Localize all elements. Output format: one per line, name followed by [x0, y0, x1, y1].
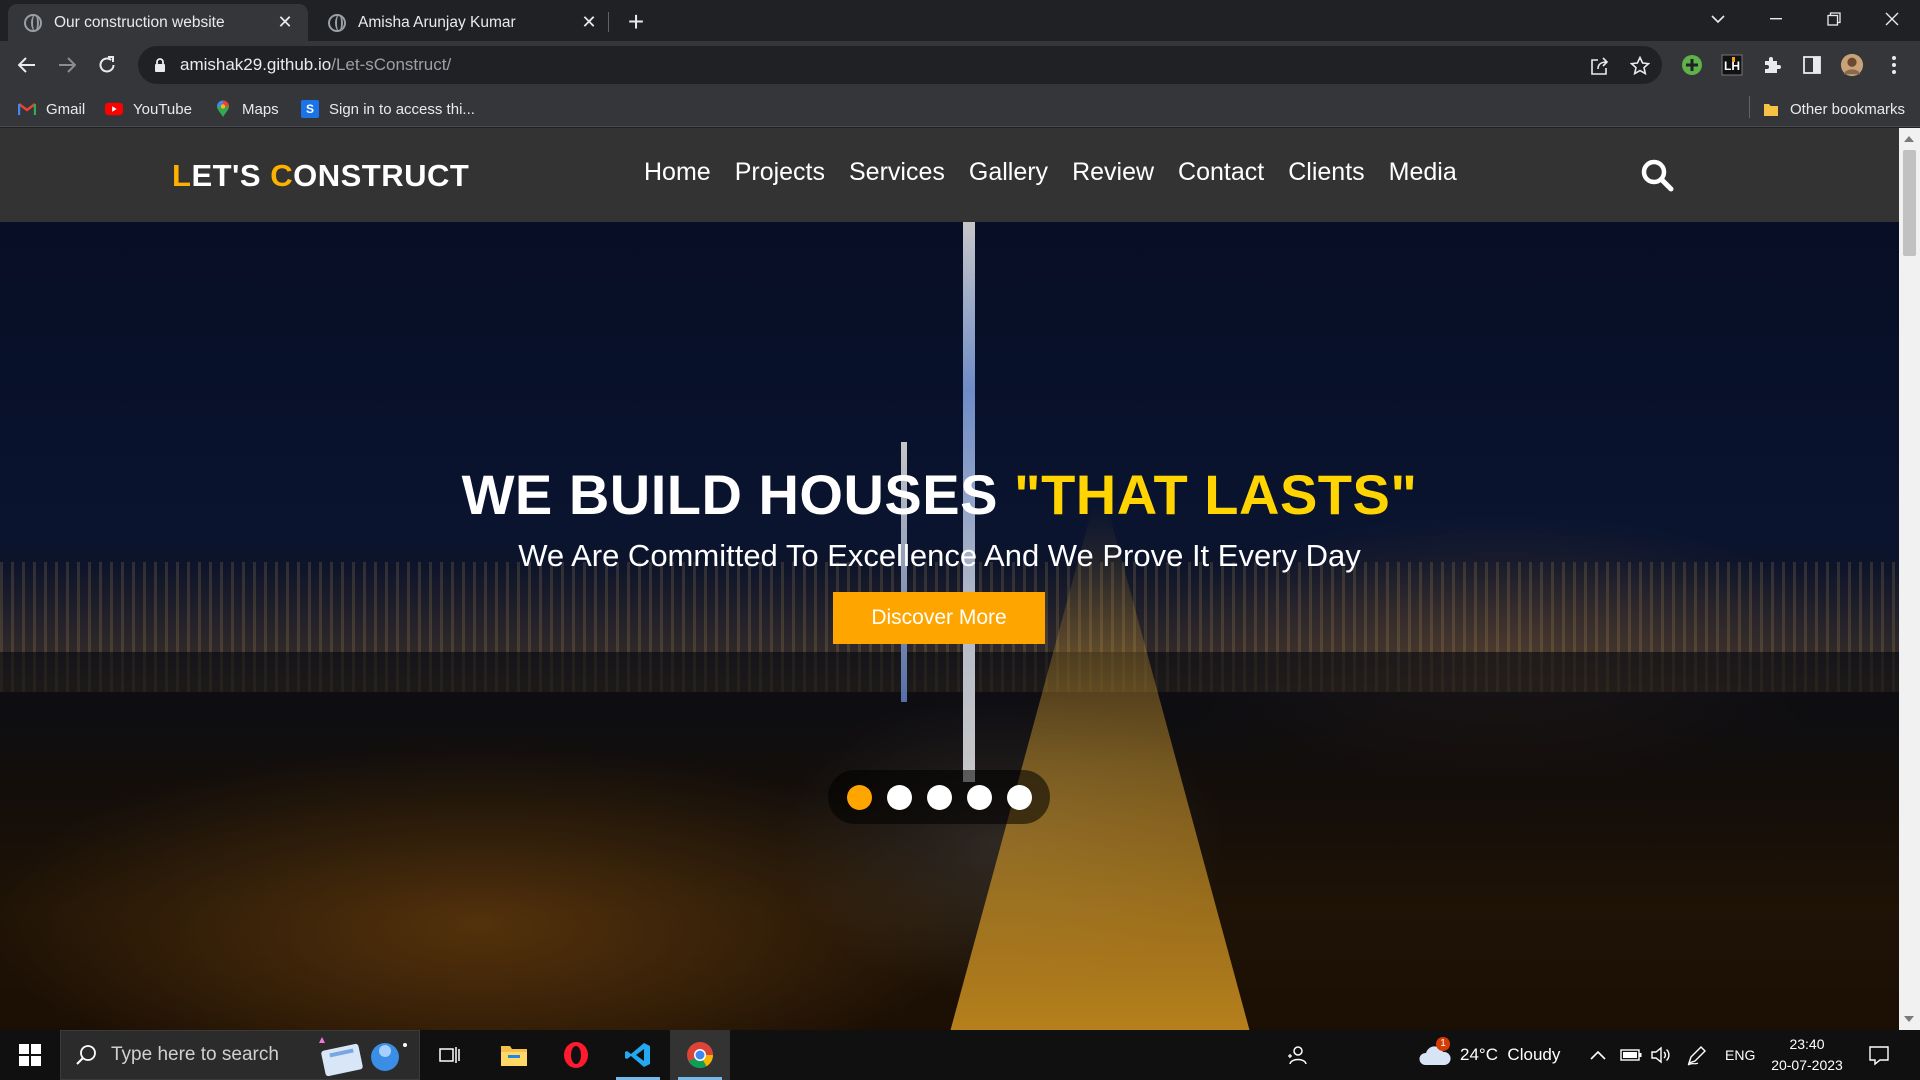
- nav-clients[interactable]: Clients: [1288, 158, 1364, 187]
- extension-green-icon[interactable]: [1680, 53, 1704, 77]
- notification-center-icon[interactable]: [1868, 1030, 1890, 1080]
- address-bar[interactable]: amishak29.github.io/Let-sConstruct/: [138, 46, 1662, 84]
- vscode-icon[interactable]: [608, 1030, 668, 1080]
- tab-title: Amisha Arunjay Kumar: [358, 13, 516, 31]
- bookmarks-bar: Gmail YouTube Maps S Sign in to access t…: [0, 89, 1920, 127]
- page-viewport: LET'S CONSTRUCT Home Projects Services G…: [0, 128, 1899, 1030]
- taskbar-clock[interactable]: 23:40 20-07-2023: [1762, 1034, 1852, 1076]
- extensions-puzzle-icon[interactable]: [1760, 53, 1784, 77]
- close-window-button[interactable]: [1864, 0, 1920, 38]
- bookmark-star-icon[interactable]: [1628, 54, 1652, 78]
- hero-title: WE BUILD HOUSES "THAT LASTS": [461, 463, 1418, 526]
- chrome-taskbar-icon[interactable]: [670, 1030, 730, 1080]
- chrome-menu-icon[interactable]: [1882, 53, 1906, 77]
- bookmark-youtube[interactable]: YouTube: [105, 97, 192, 121]
- search-icon: [76, 1045, 96, 1065]
- site-header: LET'S CONSTRUCT Home Projects Services G…: [0, 128, 1899, 222]
- site-search-icon[interactable]: [1640, 158, 1676, 194]
- bookmark-gmail[interactable]: Gmail: [18, 97, 85, 121]
- other-bookmarks[interactable]: Other bookmarks: [1762, 97, 1905, 121]
- scroll-up-arrow-icon[interactable]: [1904, 136, 1914, 142]
- task-view-icon[interactable]: [420, 1030, 480, 1080]
- windows-taskbar: Type here to search 1 24°C Cloudy ENG 23…: [0, 1030, 1920, 1080]
- people-icon[interactable]: [1286, 1030, 1308, 1080]
- volume-icon[interactable]: [1650, 1030, 1672, 1080]
- s-icon: S: [301, 100, 319, 118]
- maps-icon: [214, 100, 232, 118]
- reload-button[interactable]: [91, 49, 123, 81]
- profile-avatar[interactable]: [1840, 53, 1864, 77]
- globe-icon: [24, 13, 42, 32]
- slider-dot-2[interactable]: [886, 784, 912, 810]
- lighthouse-extension-icon[interactable]: LH: [1720, 53, 1744, 77]
- browser-toolbar: amishak29.github.io/Let-sConstruct/ LH: [0, 41, 1920, 89]
- slider-dot-4[interactable]: [966, 784, 992, 810]
- weather-widget[interactable]: 1 24°C Cloudy: [1418, 1030, 1560, 1080]
- back-button[interactable]: [11, 49, 43, 81]
- globe-icon: [328, 13, 346, 32]
- scrollbar-thumb[interactable]: [1903, 150, 1916, 256]
- nav-projects[interactable]: Projects: [735, 158, 825, 187]
- tab-our-construction-website[interactable]: Our construction website ✕: [8, 4, 308, 41]
- bookmark-sign-in[interactable]: S Sign in to access thi...: [301, 97, 475, 121]
- bookmark-maps[interactable]: Maps: [214, 97, 279, 121]
- weather-text: 24°C Cloudy: [1460, 1045, 1561, 1064]
- weather-badge: 1: [1436, 1037, 1450, 1051]
- tab-close-icon[interactable]: ✕: [274, 12, 296, 34]
- tab-close-icon[interactable]: ✕: [578, 12, 600, 34]
- page-scrollbar[interactable]: [1899, 128, 1920, 1030]
- discover-more-button[interactable]: Discover More: [833, 592, 1045, 644]
- hero-subtitle: We Are Committed To Excellence And We Pr…: [518, 538, 1361, 573]
- minimize-button[interactable]: [1748, 0, 1804, 38]
- cloud-icon: 1: [1418, 1037, 1452, 1067]
- slider-dot-3[interactable]: [926, 784, 952, 810]
- tab-search-chevron-icon[interactable]: [1690, 0, 1746, 38]
- battery-icon[interactable]: [1620, 1030, 1642, 1080]
- tab-title: Our construction website: [54, 13, 225, 31]
- nav-home[interactable]: Home: [644, 158, 711, 187]
- taskbar-search-box[interactable]: Type here to search: [60, 1030, 420, 1080]
- show-hidden-icons-chevron-icon[interactable]: [1590, 1030, 1606, 1080]
- windows-start-icon[interactable]: [0, 1030, 60, 1080]
- clock-date: 20-07-2023: [1771, 1057, 1843, 1073]
- restore-button[interactable]: [1806, 0, 1862, 38]
- slider-pagination: [828, 770, 1050, 824]
- clock-time: 23:40: [1789, 1036, 1825, 1052]
- bookmarks-divider: [1749, 96, 1750, 118]
- tab-separator: [608, 12, 609, 32]
- new-tab-button[interactable]: +: [620, 6, 652, 38]
- pen-icon[interactable]: [1686, 1030, 1708, 1080]
- slider-dot-1[interactable]: [846, 784, 872, 810]
- youtube-icon: [105, 100, 123, 118]
- opera-icon[interactable]: [546, 1030, 606, 1080]
- forward-button[interactable]: [51, 49, 83, 81]
- url-text: amishak29.github.io/Let-sConstruct/: [180, 55, 452, 74]
- gmail-icon: [18, 100, 36, 118]
- search-highlight-illustration-icon: [319, 1037, 407, 1077]
- slider-dot-5[interactable]: [1006, 784, 1032, 810]
- file-explorer-icon[interactable]: [484, 1030, 544, 1080]
- nav-gallery[interactable]: Gallery: [969, 158, 1048, 187]
- nav-contact[interactable]: Contact: [1178, 158, 1264, 187]
- nav-review[interactable]: Review: [1072, 158, 1154, 187]
- share-icon[interactable]: [1588, 54, 1612, 78]
- language-indicator[interactable]: ENG: [1725, 1030, 1755, 1080]
- folder-icon: [1762, 100, 1780, 118]
- site-logo[interactable]: LET'S CONSTRUCT: [172, 158, 469, 194]
- lock-icon[interactable]: [152, 56, 168, 74]
- nav-services[interactable]: Services: [849, 158, 945, 187]
- nav-media[interactable]: Media: [1389, 158, 1457, 187]
- hero-slider: WE BUILD HOUSES "THAT LASTS" We Are Comm…: [0, 222, 1899, 1030]
- side-panel-icon[interactable]: [1800, 53, 1824, 77]
- tab-amisha-arunjay-kumar[interactable]: Amisha Arunjay Kumar ✕: [312, 4, 612, 41]
- browser-tab-bar: Our construction website ✕ Amisha Arunja…: [0, 0, 1920, 41]
- main-nav: Home Projects Services Gallery Review Co…: [644, 158, 1457, 187]
- scroll-down-arrow-icon[interactable]: [1904, 1016, 1914, 1022]
- taskbar-search-placeholder: Type here to search: [111, 1044, 279, 1065]
